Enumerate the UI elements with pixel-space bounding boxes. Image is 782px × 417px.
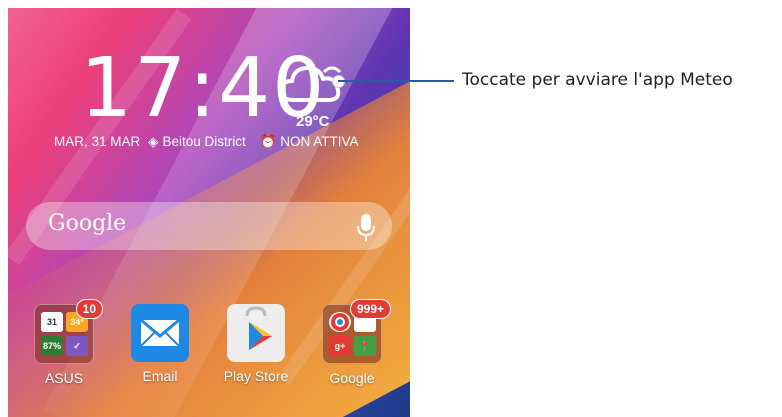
app-label: ASUS [44, 370, 84, 386]
app-google-folder[interactable]: g+ 📍 999+ Google [312, 299, 392, 386]
calendar-icon: 31 [41, 312, 63, 332]
google-search-bar[interactable]: Google [26, 202, 392, 250]
notification-badge: 10 [75, 299, 103, 319]
app-label: Play Store [223, 368, 289, 384]
alarm-icon: ⏰ [259, 134, 277, 149]
notification-badge: 999+ [349, 299, 391, 319]
callout-line [338, 80, 454, 82]
app-label: Google [329, 370, 375, 386]
app-email[interactable]: Email [120, 304, 200, 384]
app-play-store[interactable]: Play Store [216, 304, 296, 384]
chrome-icon [329, 312, 351, 332]
temperature: 29°C [296, 113, 330, 130]
play-store-icon [227, 304, 285, 362]
alarm-text: NON ATTIVA [280, 134, 359, 149]
home-screen: 17:40 29°C MAR, 31 MAR ◈ Beitou District … [8, 8, 410, 417]
folder-icon: g+ 📍 999+ [322, 299, 391, 364]
battery-icon: 87% [41, 336, 63, 356]
app-asus-folder[interactable]: 31 34° 87% ✓ 10 ASUS [24, 299, 104, 386]
mic-icon[interactable] [356, 212, 376, 242]
app-label: Email [142, 368, 178, 384]
todo-icon: ✓ [66, 336, 88, 356]
location-icon: ◈ [148, 134, 159, 149]
email-icon [131, 304, 189, 362]
maps-icon: 📍 [354, 336, 376, 356]
date-text: MAR, 31 MAR [54, 134, 141, 149]
google-logo: Google [48, 211, 127, 236]
status-line: MAR, 31 MAR ◈ Beitou District ⏰ NON ATTIVA [54, 134, 363, 150]
callout-text: Toccate per avviare l'app Meteo [462, 70, 733, 90]
google-plus-icon: g+ [329, 336, 351, 356]
location-text: Beitou District [162, 134, 246, 149]
folder-icon: 31 34° 87% ✓ 10 [34, 299, 103, 364]
